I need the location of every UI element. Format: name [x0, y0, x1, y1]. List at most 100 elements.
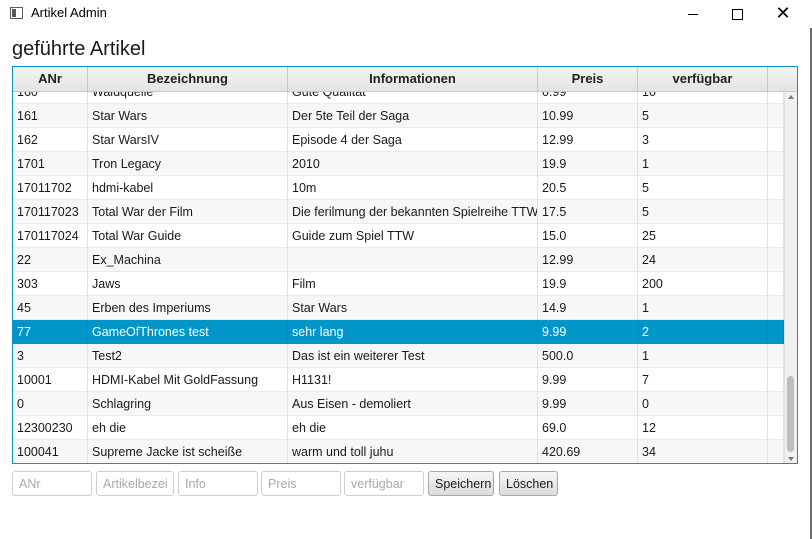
cell-verfuegbar: 12 [638, 416, 768, 440]
cell-bezeichnung: HDMI-Kabel Mit GoldFassung [88, 368, 288, 392]
column-header-anr[interactable]: ANr [13, 67, 88, 91]
cell-informationen: Der 5te Teil der Saga [288, 104, 538, 128]
cell-preis: 17.5 [538, 200, 638, 224]
cell-preis: 12.99 [538, 248, 638, 272]
minimize-icon [688, 13, 698, 15]
cell-verfuegbar: 3 [638, 128, 768, 152]
column-header-filler [768, 67, 797, 91]
articles-table[interactable]: ANr Bezeichnung Informationen Preis verf… [12, 66, 798, 464]
cell-anr: 170117024 [13, 224, 88, 248]
cell-preis: 0.99 [538, 92, 638, 104]
cell-filler [768, 272, 784, 296]
cell-bezeichnung: eh die [88, 416, 288, 440]
scrollbar-thumb[interactable] [787, 376, 794, 452]
cell-informationen: Episode 4 der Saga [288, 128, 538, 152]
cell-preis: 15.0 [538, 224, 638, 248]
cell-bezeichnung: Tron Legacy [88, 152, 288, 176]
cell-informationen: Guide zum Spiel TTW [288, 224, 538, 248]
cell-bezeichnung: Total War Guide [88, 224, 288, 248]
cell-verfuegbar: 1 [638, 344, 768, 368]
cell-anr: 12300230 [13, 416, 88, 440]
table-row[interactable]: 12300230 eh die eh die 69.0 12 [13, 416, 797, 440]
cell-anr: 77 [13, 320, 88, 344]
cell-verfuegbar: 1 [638, 296, 768, 320]
cell-anr: 10001 [13, 368, 88, 392]
close-button[interactable]: ✕ [760, 0, 806, 28]
cell-verfuegbar: 25 [638, 224, 768, 248]
scroll-down-arrow-icon[interactable] [788, 457, 794, 461]
table-row[interactable]: 0 Schlagring Aus Eisen - demoliert 9.99 0 [13, 392, 797, 416]
cell-bezeichnung: Jaws [88, 272, 288, 296]
cell-anr: 160 [13, 92, 88, 104]
table-row[interactable]: 3 Test2 Das ist ein weiterer Test 500.0 1 [13, 344, 797, 368]
table-rows: 160 Waldquelle Gute Qualität 0.99 10 161 Star … [13, 92, 797, 463]
cell-informationen: Das ist ein weiterer Test [288, 344, 538, 368]
table-row[interactable]: 162 Star WarsIV Episode 4 der Saga 12.99 3 [13, 128, 797, 152]
app-window-icon [10, 7, 23, 19]
cell-preis: 10.99 [538, 104, 638, 128]
save-button[interactable]: Speichern [428, 471, 494, 496]
cell-bezeichnung: Total War der Film [88, 200, 288, 224]
cell-filler [768, 296, 784, 320]
cell-informationen: Star Wars [288, 296, 538, 320]
cell-informationen: 2010 [288, 152, 538, 176]
table-row[interactable]: 303 Jaws Film 19.9 200 [13, 272, 797, 296]
bezeichnung-input[interactable] [96, 471, 174, 496]
table-header: ANr Bezeichnung Informationen Preis verf… [13, 67, 797, 92]
cell-verfuegbar: 10 [638, 92, 768, 104]
cell-anr: 170117023 [13, 200, 88, 224]
cell-preis: 420.69 [538, 440, 638, 463]
cell-preis: 12.99 [538, 128, 638, 152]
table-row[interactable]: 170117023 Total War der Film Die ferilmung… [13, 200, 797, 224]
scroll-up-arrow-icon[interactable] [788, 95, 794, 99]
cell-bezeichnung: Test2 [88, 344, 288, 368]
table-row[interactable]: 170117024 Total War Guide Guide zum Spiel … [13, 224, 797, 248]
cell-anr: 3 [13, 344, 88, 368]
cell-bezeichnung: Waldquelle [88, 92, 288, 104]
anr-input[interactable] [12, 471, 92, 496]
table-row[interactable]: 100041 Supreme Jacke ist scheiße warm und … [13, 440, 797, 463]
cell-bezeichnung: Erben des Imperiums [88, 296, 288, 320]
table-row-selected[interactable]: 77 GameOfThrones test sehr lang 9.99 2 [13, 320, 797, 344]
cell-preis: 20.5 [538, 176, 638, 200]
delete-button[interactable]: Löschen [499, 471, 558, 496]
cell-anr: 0 [13, 392, 88, 416]
cell-informationen [288, 248, 538, 272]
table-row[interactable]: 22 Ex_Machina 12.99 24 [13, 248, 797, 272]
cell-bezeichnung: hdmi-kabel [88, 176, 288, 200]
cell-preis: 9.99 [538, 368, 638, 392]
cell-filler [768, 416, 784, 440]
cell-filler [768, 248, 784, 272]
info-input[interactable] [178, 471, 258, 496]
table-row[interactable]: 161 Star Wars Der 5te Teil der Saga 10.99 5 [13, 104, 797, 128]
cell-informationen: warm und toll juhu [288, 440, 538, 463]
cell-anr: 22 [13, 248, 88, 272]
maximize-button[interactable] [714, 0, 760, 28]
table-row[interactable]: 1701 Tron Legacy 2010 19.9 1 [13, 152, 797, 176]
column-header-verfuegbar[interactable]: verfügbar [638, 67, 768, 91]
cell-anr: 17011702 [13, 176, 88, 200]
cell-informationen: Film [288, 272, 538, 296]
verfuegbar-input[interactable] [344, 471, 424, 496]
cell-filler [768, 224, 784, 248]
cell-verfuegbar: 5 [638, 104, 768, 128]
column-header-informationen[interactable]: Informationen [288, 67, 538, 91]
cell-preis: 9.99 [538, 392, 638, 416]
table-row[interactable]: 160 Waldquelle Gute Qualität 0.99 10 [13, 92, 797, 104]
preis-input[interactable] [261, 471, 341, 496]
cell-verfuegbar: 5 [638, 176, 768, 200]
cell-anr: 162 [13, 128, 88, 152]
table-row[interactable]: 10001 HDMI-Kabel Mit GoldFassung H1131! 9.9… [13, 368, 797, 392]
title-bar: Artikel Admin ✕ [0, 0, 812, 28]
cell-preis: 19.9 [538, 152, 638, 176]
vertical-scrollbar[interactable] [784, 92, 797, 463]
minimize-button[interactable] [670, 0, 716, 28]
column-header-bezeichnung[interactable]: Bezeichnung [88, 67, 288, 91]
cell-anr: 1701 [13, 152, 88, 176]
column-header-preis[interactable]: Preis [538, 67, 638, 91]
cell-verfuegbar: 24 [638, 248, 768, 272]
cell-informationen: 10m [288, 176, 538, 200]
cell-anr: 303 [13, 272, 88, 296]
table-row[interactable]: 45 Erben des Imperiums Star Wars 14.9 1 [13, 296, 797, 320]
table-row[interactable]: 17011702 hdmi-kabel 10m 20.5 5 [13, 176, 797, 200]
